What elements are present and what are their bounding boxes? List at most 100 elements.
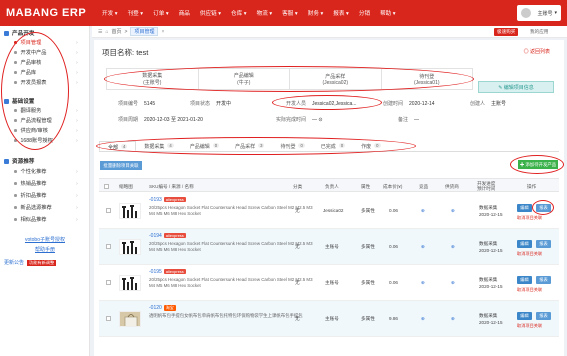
unlink-link[interactable]: 取消项目关联: [517, 287, 542, 293]
nav-products[interactable]: 商品: [179, 9, 190, 17]
cell-stage: 数据采集: [479, 313, 498, 318]
sku-link[interactable]: -0120: [149, 305, 162, 311]
back-to-list-link[interactable]: ◎ 返回列表: [524, 48, 550, 55]
cell-owner: Jessica02: [323, 208, 344, 213]
col-attr: 属性: [361, 183, 371, 189]
unlink-link[interactable]: 取消项目关联: [517, 215, 542, 221]
avatar: [521, 8, 531, 18]
batch-unlink-button[interactable]: 批量删除项目关联: [100, 161, 142, 170]
unlink-link[interactable]: 取消项目关联: [517, 323, 542, 329]
row-checkbox[interactable]: [106, 208, 111, 213]
col-sku: SKU编号 / 来源 / 名称: [149, 183, 194, 189]
breadcrumb-home[interactable]: 首页: [112, 28, 122, 35]
edit-button[interactable]: 编辑: [517, 276, 532, 284]
table-header: 缩略图 SKU编号 / 来源 / 名称 分类 负责人 属性 成本价(¥) 竞品 …: [99, 178, 559, 192]
nav-warehouse[interactable]: 仓库 ▾: [231, 9, 247, 17]
product-thumbnail[interactable]: [119, 203, 141, 219]
select-all-checkbox[interactable]: [104, 179, 109, 193]
cell-owner: 主账号: [325, 244, 339, 249]
edit-button[interactable]: 编辑: [517, 312, 532, 320]
annotation-oval-sidebar: [1, 32, 69, 150]
product-thumbnail[interactable]: [119, 239, 141, 255]
cell-attr: 多属性: [361, 244, 375, 249]
row-checkbox[interactable]: [106, 244, 111, 249]
close-tab-icon[interactable]: ×: [161, 29, 164, 35]
sidebar: 产品开发 项目管理 › 开发中产品 › 产品审核 › 产品库 › 开发员报表 › 基础设置…: [0, 26, 90, 356]
edit-button[interactable]: 编辑: [517, 204, 532, 212]
info-status: 项目状态 开发中: [190, 101, 232, 107]
product-title[interactable]: 20/25pcs Hexagon Socket Flat Countersunk…: [149, 277, 319, 288]
home-icon: ⌂: [105, 28, 109, 35]
socket-screws-image: [122, 205, 137, 218]
help-manual-link[interactable]: 帮助手册: [0, 246, 90, 253]
bullet-icon: [14, 194, 17, 197]
competitor-icon[interactable]: ⊕: [421, 208, 425, 214]
nav-finance[interactable]: 财务 ▾: [308, 9, 324, 17]
unlink-link[interactable]: 取消项目关联: [517, 251, 542, 257]
col-actions: 操作: [527, 183, 537, 189]
votobo-auth-link[interactable]: votobo子账号授权: [0, 236, 90, 243]
table-row: -0194 aliexpress 20/25pcs Hexagon Socket …: [99, 229, 559, 265]
report-button[interactable]: 报表: [536, 240, 551, 248]
nav-help[interactable]: 帮助 ▾: [380, 9, 396, 17]
report-button[interactable]: 报表: [536, 276, 551, 284]
product-thumbnail[interactable]: [119, 275, 141, 291]
supplier-icon[interactable]: ⊕: [451, 208, 455, 214]
chevron-right-icon: ›: [76, 180, 78, 187]
supplier-icon[interactable]: ⊕: [451, 316, 455, 322]
nav-listing[interactable]: 刊登 ▾: [128, 9, 144, 17]
update-notice[interactable]: 更新公告 功能有新调整: [4, 259, 57, 266]
folder-icon: [4, 30, 9, 36]
socket-screws-image: [122, 241, 137, 254]
chevron-right-icon: ›: [76, 117, 78, 124]
annotation-oval-steps: [104, 66, 474, 92]
sku-link[interactable]: -0195: [149, 269, 162, 275]
supplier-icon[interactable]: ⊕: [451, 244, 455, 250]
nav-reports[interactable]: 报表 ▾: [333, 9, 349, 17]
sidebar-item-new[interactable]: 新品选源推荐 ›: [14, 204, 78, 211]
nav-supply[interactable]: 供应链 ▾: [200, 9, 221, 17]
sidebar-item-personal[interactable]: 个性化推荐 ›: [14, 168, 78, 175]
chevron-right-icon: ›: [76, 216, 78, 223]
top-navbar: MABANG ERP 开发 ▾ 刊登 ▾ 订单 ▾ 商品 供应链 ▾ 仓库 ▾ …: [0, 0, 567, 26]
cell-attr: 多属性: [361, 280, 375, 285]
breadcrumb-current[interactable]: 项目管理: [130, 27, 159, 36]
row-checkbox[interactable]: [106, 316, 111, 321]
sidebar-item-discount[interactable]: 折扣品推荐 ›: [14, 192, 78, 199]
competitor-icon[interactable]: ⊕: [421, 280, 425, 286]
cell-date: 2020-12-15: [479, 212, 503, 217]
sidebar-item-hot[interactable]: 热销品推荐 ›: [14, 180, 78, 187]
chevron-right-icon: ›: [76, 127, 78, 134]
cell-cost: 0.06: [389, 280, 398, 285]
sidebar-item-similar[interactable]: 相似品推荐 ›: [14, 216, 78, 223]
sku-link[interactable]: -0193: [149, 197, 162, 203]
nav-service[interactable]: 客服 ▾: [282, 9, 298, 17]
product-title[interactable]: 20/25pcs Hexagon Socket Flat Countersunk…: [149, 241, 319, 252]
user-menu[interactable]: 主账号 ▾: [517, 5, 561, 21]
product-title[interactable]: 20/25pcs Hexagon Socket Flat Countersunk…: [149, 205, 319, 216]
sku-link[interactable]: -0194: [149, 233, 162, 239]
competitor-icon[interactable]: ⊕: [421, 316, 425, 322]
nav-develop[interactable]: 开发 ▾: [102, 9, 118, 17]
cell-date: 2020-12-15: [479, 248, 503, 253]
menu-toggle-icon[interactable]: ☰: [98, 29, 102, 35]
supplier-icon[interactable]: ⊕: [451, 280, 455, 286]
bullet-icon: [14, 170, 17, 173]
edit-button[interactable]: 编辑: [517, 240, 532, 248]
report-button[interactable]: 报表: [536, 312, 551, 320]
nav-orders[interactable]: 订单 ▾: [153, 9, 169, 17]
my-apps-link[interactable]: 我的应用: [527, 28, 551, 36]
resource-icon: [4, 158, 9, 164]
product-thumbnail[interactable]: [119, 311, 141, 327]
edit-project-button[interactable]: ✎ 编辑项目信息: [478, 81, 554, 93]
col-competitor: 竞品: [419, 183, 429, 189]
product-title[interactable]: 透明帆布包手提包女帆布包单肩帆布包托特包环保购物袋学生上课帆布包手提包: [149, 313, 309, 319]
sidebar-group-resources[interactable]: 资源推荐: [4, 157, 34, 165]
nav-distribution[interactable]: 分销: [359, 9, 370, 17]
competitor-icon[interactable]: ⊕: [421, 244, 425, 250]
app-logo[interactable]: MABANG ERP: [6, 7, 96, 19]
cell-cost: 0.06: [389, 208, 398, 213]
row-checkbox[interactable]: [106, 280, 111, 285]
nav-logistics[interactable]: 物流 ▾: [257, 9, 273, 17]
express-buy-button[interactable]: 极速购买: [494, 28, 519, 36]
